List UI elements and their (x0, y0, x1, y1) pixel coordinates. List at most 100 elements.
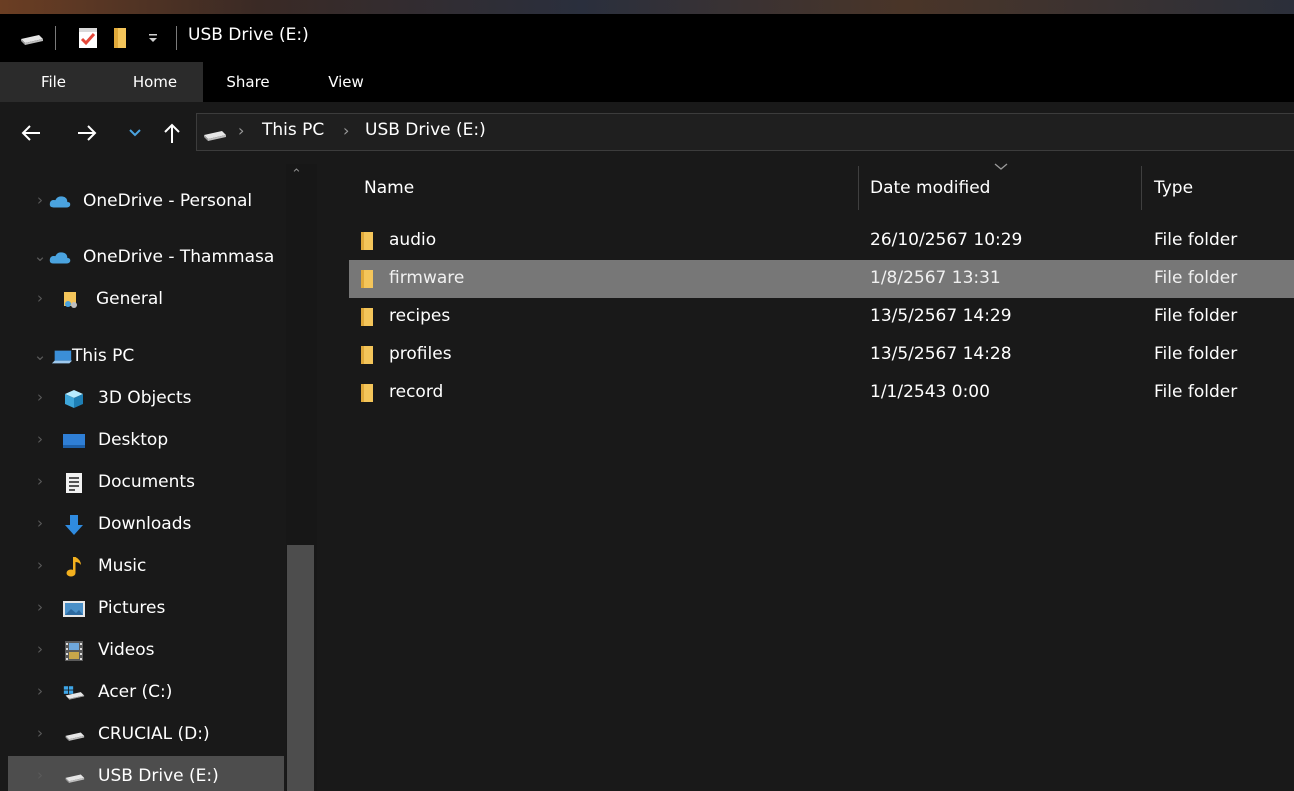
file-type: File folder (1154, 344, 1238, 364)
nav-item-onedrive-personal[interactable]: › OneDrive - Personal (8, 181, 284, 221)
chevron-right-icon[interactable]: › (30, 597, 50, 617)
window-title: USB Drive (E:) (188, 25, 309, 45)
nav-item-label: General (96, 289, 163, 309)
nav-item-label: Videos (98, 640, 155, 660)
nav-item-label: 3D Objects (98, 388, 192, 408)
breadcrumb-chevron-icon[interactable]: › (238, 121, 244, 140)
address-input[interactable] (196, 113, 1294, 151)
download-icon (63, 514, 85, 536)
column-divider[interactable] (858, 166, 859, 210)
shared-folder-icon (60, 289, 82, 311)
column-divider[interactable] (1141, 166, 1142, 210)
chevron-down-icon[interactable]: ⌄ (30, 345, 50, 365)
folder-icon (361, 308, 373, 326)
nav-item-label: Desktop (98, 430, 169, 450)
music-icon (63, 556, 85, 578)
cube-icon (63, 388, 85, 410)
computer-icon (51, 346, 73, 368)
table-row[interactable]: firmware 1/8/2567 13:31 File folder (349, 260, 1294, 298)
nav-item-label: OneDrive - Thammasa (83, 247, 275, 267)
chevron-right-icon[interactable]: › (30, 190, 50, 210)
column-header-type[interactable]: Type (1154, 178, 1193, 198)
folder-icon (361, 346, 373, 364)
nav-item-label: Pictures (98, 598, 166, 618)
nav-item-label: Music (98, 556, 147, 576)
folder-icon (361, 384, 373, 402)
chevron-right-icon[interactable]: › (30, 471, 50, 491)
nav-item-videos[interactable]: › Videos (8, 630, 284, 670)
table-row[interactable]: audio 26/10/2567 10:29 File folder (349, 222, 1294, 260)
new-folder-icon[interactable] (109, 26, 131, 50)
nav-item-desktop[interactable]: › Desktop (8, 420, 284, 460)
tab-home[interactable]: Home (107, 62, 203, 102)
chevron-right-icon[interactable]: › (30, 723, 50, 743)
chevron-right-icon[interactable]: › (30, 387, 50, 407)
file-type: File folder (1154, 306, 1238, 326)
up-button[interactable] (158, 118, 186, 148)
nav-item-3d-objects[interactable]: › 3D Objects (8, 378, 284, 418)
nav-item-usb-drive-e[interactable]: › USB Drive (E:) (8, 756, 284, 791)
file-name: record (389, 382, 444, 402)
nav-item-downloads[interactable]: › Downloads (8, 504, 284, 544)
recent-locations-chevron-down-icon[interactable] (122, 118, 148, 148)
wallpaper-strip (0, 0, 1294, 14)
breadcrumb-chevron-icon[interactable]: › (343, 121, 349, 140)
forward-button[interactable] (70, 118, 104, 148)
drive-icon (63, 724, 85, 746)
document-icon (63, 472, 85, 494)
chevron-right-icon[interactable]: › (30, 681, 50, 701)
chevron-down-icon[interactable]: ⌄ (30, 246, 50, 266)
tab-view[interactable]: View (316, 62, 376, 102)
title-separator (176, 26, 177, 50)
title-separator (55, 26, 56, 50)
column-header-date-modified[interactable]: Date modified (870, 178, 990, 198)
table-row[interactable]: profiles 13/5/2567 14:28 File folder (349, 336, 1294, 374)
file-name: recipes (389, 306, 451, 326)
chevron-right-icon[interactable]: › (30, 429, 50, 449)
sort-chevron-down-icon (994, 160, 1008, 174)
nav-item-crucial-d[interactable]: › CRUCIAL (D:) (8, 714, 284, 754)
drive-icon (18, 30, 44, 46)
chevron-right-icon[interactable]: › (30, 513, 50, 533)
chevron-right-icon[interactable]: › (30, 639, 50, 659)
chevron-right-icon[interactable]: › (30, 288, 50, 308)
nav-item-acer-c[interactable]: › Acer (C:) (8, 672, 284, 712)
nav-item-label: USB Drive (E:) (98, 766, 219, 786)
nav-item-music[interactable]: › Music (8, 546, 284, 586)
desktop-icon (63, 430, 85, 452)
file-name: audio (389, 230, 437, 250)
folder-icon (361, 270, 373, 288)
column-header-name[interactable]: Name (364, 178, 414, 198)
navigation-pane: › OneDrive - Personal ⌄ OneDrive - Thamm… (0, 164, 317, 791)
breadcrumb-usb-drive[interactable]: USB Drive (E:) (365, 120, 486, 140)
nav-item-general[interactable]: › General (8, 279, 284, 319)
tab-share[interactable]: Share (216, 62, 280, 102)
nav-item-documents[interactable]: › Documents (8, 462, 284, 502)
scroll-up-chevron-icon[interactable]: ⌃ (291, 167, 302, 182)
tab-file[interactable]: File (0, 62, 107, 102)
nav-item-pictures[interactable]: › Pictures (8, 588, 284, 628)
file-type: File folder (1154, 268, 1238, 288)
drive-icon (63, 766, 85, 788)
cloud-icon (49, 191, 71, 213)
nav-item-label: Downloads (98, 514, 192, 534)
breadcrumb-this-pc[interactable]: This PC (262, 120, 324, 140)
nav-item-label: This PC (72, 346, 135, 366)
properties-icon[interactable] (77, 26, 99, 50)
file-date-modified: 26/10/2567 10:29 (870, 230, 1023, 250)
file-date-modified: 1/8/2567 13:31 (870, 268, 1001, 288)
nav-item-onedrive-thammasat[interactable]: ⌄ OneDrive - Thammasa (8, 237, 284, 277)
file-type: File folder (1154, 230, 1238, 250)
back-button[interactable] (14, 118, 48, 148)
nav-item-label: Documents (98, 472, 195, 492)
nav-scrollbar-thumb[interactable] (287, 545, 314, 791)
file-name: firmware (389, 268, 465, 288)
windows-drive-icon (63, 682, 85, 704)
table-row[interactable]: record 1/1/2543 0:00 File folder (349, 374, 1294, 412)
customize-toolbar-icon[interactable] (146, 28, 160, 48)
chevron-right-icon[interactable]: › (30, 765, 50, 785)
file-date-modified: 13/5/2567 14:28 (870, 344, 1012, 364)
chevron-right-icon[interactable]: › (30, 555, 50, 575)
table-row[interactable]: recipes 13/5/2567 14:29 File folder (349, 298, 1294, 336)
nav-item-this-pc[interactable]: ⌄ This PC (8, 336, 284, 376)
